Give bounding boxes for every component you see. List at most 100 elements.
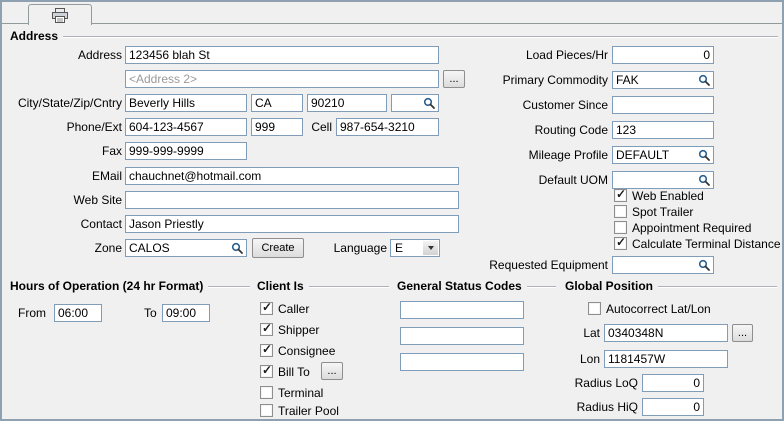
- trailer-pool-checkbox[interactable]: [260, 404, 273, 417]
- customer-since-input[interactable]: [612, 96, 714, 114]
- status-code-input-1[interactable]: [400, 301, 524, 319]
- ext-input[interactable]: [251, 118, 303, 136]
- zip-input[interactable]: [307, 94, 387, 112]
- bill-to-label[interactable]: Bill To: [278, 365, 310, 379]
- routing-code-label: Routing Code: [478, 121, 608, 139]
- contact-label: Contact: [6, 215, 122, 233]
- terminal-label[interactable]: Terminal: [278, 386, 323, 400]
- cell-input[interactable]: [336, 118, 439, 136]
- to-input[interactable]: [162, 304, 210, 322]
- section-header-status-codes: General Status Codes: [397, 279, 556, 293]
- phone-ext-label: Phone/Ext: [6, 118, 122, 136]
- calculate-terminal-distance-label[interactable]: Calculate Terminal Distance: [632, 237, 781, 251]
- caller-checkbox[interactable]: [260, 302, 273, 315]
- section-header-address: Address: [10, 29, 778, 43]
- state-input[interactable]: [251, 94, 303, 112]
- commodity-lookup-icon[interactable]: [698, 74, 711, 87]
- calculate-terminal-distance-checkbox[interactable]: [614, 237, 627, 250]
- appointment-required-label[interactable]: Appointment Required: [632, 221, 751, 235]
- country-lookup-icon[interactable]: [423, 97, 436, 110]
- create-button[interactable]: Create: [252, 238, 304, 258]
- cell-label: Cell: [304, 118, 332, 136]
- equipment-lookup-icon[interactable]: [698, 259, 711, 272]
- section-divider: [309, 286, 389, 287]
- fax-input[interactable]: [125, 142, 247, 160]
- window: Address Address ... City/State/Zip/Cntry…: [0, 0, 784, 421]
- routing-code-input[interactable]: [612, 121, 714, 139]
- radius-hiq-label: Radius HiQ: [558, 398, 638, 416]
- fax-label: Fax: [6, 142, 122, 160]
- language-combo[interactable]: E: [390, 239, 440, 257]
- autocorrect-latlon-label[interactable]: Autocorrect Lat/Lon: [606, 302, 711, 316]
- phone-input[interactable]: [125, 118, 247, 136]
- terminal-checkbox[interactable]: [260, 386, 273, 399]
- consignee-label[interactable]: Consignee: [278, 344, 335, 358]
- mileage-profile-label: Mileage Profile: [478, 146, 608, 164]
- load-pieces-label: Load Pieces/Hr: [478, 46, 608, 64]
- trailer-pool-label[interactable]: Trailer Pool: [278, 404, 339, 418]
- zone-input[interactable]: [125, 239, 247, 257]
- address2-ellipsis-button[interactable]: ...: [443, 70, 465, 88]
- from-input[interactable]: [54, 304, 102, 322]
- load-pieces-input[interactable]: [612, 46, 714, 64]
- uom-lookup-icon[interactable]: [698, 174, 711, 187]
- section-title: General Status Codes: [397, 279, 522, 293]
- section-header-client-is: Client Is: [257, 279, 389, 293]
- bill-to-ellipsis-button[interactable]: ...: [321, 362, 343, 380]
- language-label: Language: [332, 239, 387, 257]
- autocorrect-latlon-checkbox[interactable]: [588, 302, 601, 315]
- appointment-required-checkbox[interactable]: [614, 221, 627, 234]
- requested-equipment-label: Requested Equipment: [478, 256, 608, 274]
- section-header-hours: Hours of Operation (24 hr Format): [10, 279, 250, 293]
- printer-icon: [52, 8, 68, 23]
- address-label: Address: [6, 46, 122, 64]
- radius-hiq-input[interactable]: [642, 398, 704, 416]
- tab-strip: [2, 2, 782, 24]
- customer-since-label: Customer Since: [478, 96, 608, 114]
- mileage-lookup-icon[interactable]: [698, 149, 711, 162]
- status-code-input-2[interactable]: [400, 327, 524, 345]
- from-label: From: [18, 304, 46, 322]
- radius-loq-input[interactable]: [642, 374, 704, 392]
- contact-input[interactable]: [125, 215, 459, 233]
- website-input[interactable]: [125, 191, 459, 209]
- spot-trailer-checkbox[interactable]: [614, 205, 627, 218]
- radius-loq-label: Radius LoQ: [558, 374, 638, 392]
- lat-ellipsis-button[interactable]: ...: [732, 324, 753, 342]
- section-title: Client Is: [257, 279, 304, 293]
- website-label: Web Site: [6, 191, 122, 209]
- shipper-checkbox[interactable]: [260, 323, 273, 336]
- address2-input[interactable]: [125, 70, 439, 88]
- shipper-label[interactable]: Shipper: [278, 323, 319, 337]
- zone-lookup-icon[interactable]: [231, 242, 244, 255]
- primary-commodity-label: Primary Commodity: [478, 71, 608, 89]
- section-divider: [527, 286, 556, 287]
- spot-trailer-label[interactable]: Spot Trailer: [632, 205, 693, 219]
- caller-label[interactable]: Caller: [278, 302, 309, 316]
- section-title: Global Position: [565, 279, 653, 293]
- tab-address[interactable]: [28, 4, 92, 25]
- address-input[interactable]: [125, 46, 439, 64]
- section-divider: [208, 286, 250, 287]
- zone-label: Zone: [6, 239, 122, 257]
- default-uom-label: Default UOM: [478, 171, 608, 189]
- consignee-checkbox[interactable]: [260, 344, 273, 357]
- chevron-down-icon[interactable]: [423, 241, 438, 255]
- section-divider: [63, 36, 778, 37]
- city-state-zip-label: City/State/Zip/Cntry: [6, 94, 122, 112]
- lat-label: Lat: [560, 324, 600, 342]
- status-code-input-3[interactable]: [400, 353, 524, 371]
- section-divider: [658, 286, 777, 287]
- to-label: To: [144, 304, 157, 322]
- lat-input[interactable]: [604, 324, 728, 342]
- email-label: EMail: [6, 167, 122, 185]
- email-input[interactable]: [125, 167, 459, 185]
- lon-input[interactable]: [604, 350, 728, 368]
- web-enabled-label[interactable]: Web Enabled: [632, 189, 704, 203]
- language-value: E: [395, 241, 403, 255]
- web-enabled-checkbox[interactable]: [614, 189, 627, 202]
- section-title: Hours of Operation (24 hr Format): [10, 279, 203, 293]
- bill-to-checkbox[interactable]: [260, 365, 273, 378]
- city-input[interactable]: [125, 94, 247, 112]
- lon-label: Lon: [560, 350, 600, 368]
